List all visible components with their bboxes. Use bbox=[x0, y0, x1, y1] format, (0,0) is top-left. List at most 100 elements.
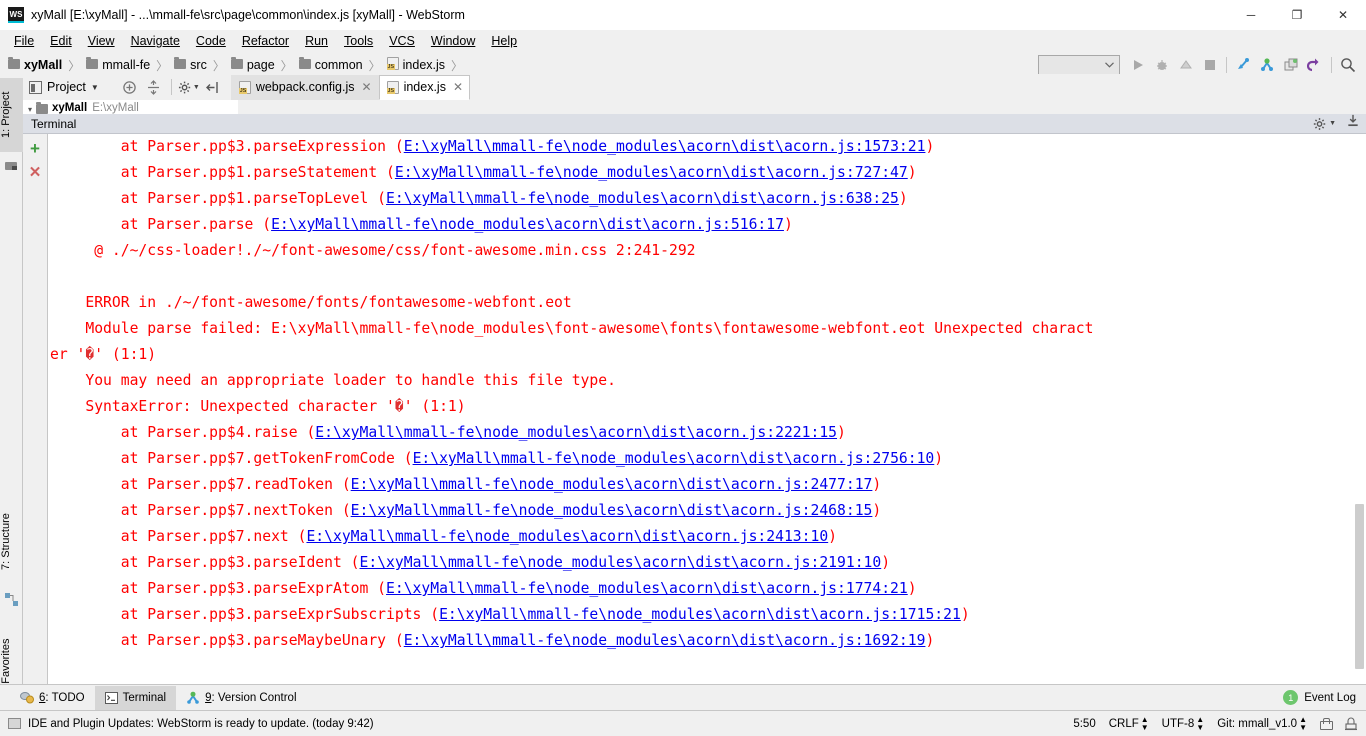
terminal-file-link[interactable]: E:\xyMall\mmall-fe\node_modules\acorn\di… bbox=[306, 528, 828, 545]
breadcrumb-item-xymall[interactable]: xyMall bbox=[8, 57, 62, 72]
expand-all-button[interactable] bbox=[143, 76, 165, 98]
minimize-button[interactable]: ─ bbox=[1228, 0, 1274, 30]
scrollbar-thumb[interactable] bbox=[1355, 504, 1364, 669]
status-message[interactable]: IDE and Plugin Updates: WebStorm is read… bbox=[28, 718, 374, 730]
breadcrumb-separator: 〉 bbox=[68, 58, 81, 73]
stop-button[interactable] bbox=[1198, 54, 1222, 76]
menu-view-label: View bbox=[87, 34, 115, 48]
bottom-tool-stripe: 6: TODO Terminal 9: Version Control 1 Ev… bbox=[0, 684, 1366, 710]
terminal-scrollbar[interactable] bbox=[1353, 134, 1366, 684]
menu-code-label: Code bbox=[195, 34, 226, 48]
run-button[interactable] bbox=[1126, 54, 1150, 76]
terminal-text: Module parse failed: E:\xyMall\mmall-fe\… bbox=[85, 320, 1094, 337]
menu-file-label: File bbox=[14, 34, 35, 48]
terminal-line: You may need an appropriate loader to ha… bbox=[50, 368, 1366, 394]
breadcrumb-separator: 〉 bbox=[368, 58, 381, 73]
terminal-text: ) bbox=[898, 190, 908, 207]
update-project-button[interactable] bbox=[1231, 54, 1255, 76]
sidebar-item-project[interactable]: 1: Project bbox=[0, 78, 23, 152]
menu-code[interactable]: Code bbox=[188, 32, 234, 50]
terminal-file-link[interactable]: E:\xyMall\mmall-fe\node_modules\acorn\di… bbox=[386, 580, 908, 597]
bottom-tab-todo[interactable]: 6: TODO bbox=[10, 686, 95, 710]
coverage-button[interactable] bbox=[1174, 54, 1198, 76]
caret-position[interactable]: 5:50 bbox=[1073, 718, 1095, 730]
event-log-button[interactable]: 1 Event Log bbox=[1283, 690, 1356, 705]
terminal-output[interactable]: at Parser.pp$3.parseExpression (E:\xyMal… bbox=[48, 134, 1366, 684]
terminal-line: at Parser.pp$3.parseMaybeUnary (E:\xyMal… bbox=[50, 628, 1366, 654]
menu-tools[interactable]: Tools bbox=[336, 32, 381, 50]
breadcrumb-label: common bbox=[314, 58, 363, 72]
revert-button[interactable] bbox=[1303, 54, 1327, 76]
menu-view[interactable]: View bbox=[80, 32, 123, 50]
terminal-file-link[interactable]: E:\xyMall\mmall-fe\node_modules\acorn\di… bbox=[386, 190, 899, 207]
menu-window[interactable]: Window bbox=[423, 32, 483, 50]
settings-button[interactable]: ▼ bbox=[1313, 117, 1336, 131]
debug-button[interactable] bbox=[1150, 54, 1174, 76]
close-icon[interactable]: ✕ bbox=[362, 80, 372, 94]
menu-tools-label: Tools bbox=[344, 34, 374, 48]
editor-tab-webpack-config[interactable]: webpack.config.js ✕ bbox=[230, 74, 379, 100]
terminal-file-link[interactable]: E:\xyMall\mmall-fe\node_modules\acorn\di… bbox=[315, 424, 837, 441]
breadcrumb-item-src[interactable]: src bbox=[174, 57, 207, 72]
encoding-selector[interactable]: UTF-8 ▲ ▼ bbox=[1162, 715, 1205, 732]
terminal-header-actions: ▼ bbox=[1313, 114, 1360, 133]
breadcrumb-label: src bbox=[190, 58, 207, 72]
hide-panel-button[interactable] bbox=[202, 76, 224, 98]
breadcrumb-item-page[interactable]: page bbox=[230, 57, 275, 72]
maximize-button[interactable]: ❐ bbox=[1274, 0, 1320, 30]
menu-help[interactable]: Help bbox=[483, 32, 525, 50]
close-icon[interactable]: ✕ bbox=[29, 165, 42, 180]
terminal-file-link[interactable]: E:\xyMall\mmall-fe\node_modules\acorn\di… bbox=[351, 476, 873, 493]
sidebar-item-structure[interactable]: 7: Structure bbox=[0, 496, 23, 588]
menu-file[interactable]: File bbox=[6, 32, 42, 50]
terminal-file-link[interactable]: E:\xyMall\mmall-fe\node_modules\acorn\di… bbox=[404, 138, 926, 155]
hide-terminal-button[interactable] bbox=[1346, 114, 1360, 133]
status-bar: IDE and Plugin Updates: WebStorm is read… bbox=[0, 710, 1366, 736]
todo-icon bbox=[20, 691, 34, 704]
bottom-tab-terminal[interactable]: Terminal bbox=[94, 685, 177, 710]
close-icon[interactable]: ✕ bbox=[453, 80, 463, 94]
terminal-file-link[interactable]: E:\xyMall\mmall-fe\node_modules\acorn\di… bbox=[404, 632, 926, 649]
menu-run[interactable]: Run bbox=[297, 32, 336, 50]
git-branch-widget[interactable]: Git: mmall_v1.0 ▲ ▼ bbox=[1217, 715, 1307, 732]
terminal-icon bbox=[104, 691, 118, 704]
breadcrumb-item-index-js[interactable]: index.js bbox=[386, 57, 445, 73]
bottom-tab-version-control[interactable]: 9: Version Control bbox=[176, 686, 306, 710]
line-separator-selector[interactable]: CRLF ▲ ▼ bbox=[1109, 715, 1149, 732]
inspector-icon[interactable] bbox=[1344, 717, 1358, 731]
lock-icon[interactable] bbox=[1320, 717, 1333, 730]
vcs-changes-button[interactable] bbox=[1279, 54, 1303, 76]
collapse-all-button[interactable] bbox=[119, 76, 141, 98]
terminal-text: er ' bbox=[50, 346, 86, 363]
breadcrumb-item-common[interactable]: common bbox=[298, 57, 363, 72]
menu-refactor[interactable]: Refactor bbox=[234, 32, 297, 50]
project-view-button[interactable]: Project ▼ bbox=[23, 75, 105, 99]
menu-vcs[interactable]: VCS bbox=[381, 32, 423, 50]
terminal-file-link[interactable]: E:\xyMall\mmall-fe\node_modules\acorn\di… bbox=[395, 164, 908, 181]
terminal-text: ) bbox=[960, 606, 970, 623]
project-tree-root[interactable]: ▾ xyMall E:\xyMall bbox=[23, 100, 238, 114]
terminal-text: ) bbox=[872, 502, 882, 519]
terminal-text: SyntaxError: Unexpected character ' bbox=[85, 398, 395, 415]
run-configuration-select[interactable] bbox=[1038, 55, 1120, 75]
plus-icon[interactable]: + bbox=[30, 140, 40, 157]
breadcrumb-item-mmall-fe[interactable]: mmall-fe bbox=[86, 57, 150, 72]
terminal-text: ) bbox=[828, 528, 838, 545]
menu-navigate[interactable]: Navigate bbox=[123, 32, 188, 50]
terminal-line: at Parser.pp$3.parseIdent (E:\xyMall\mma… bbox=[50, 550, 1366, 576]
editor-tab-index-js[interactable]: index.js ✕ bbox=[378, 74, 471, 100]
terminal-file-link[interactable]: E:\xyMall\mmall-fe\node_modules\acorn\di… bbox=[351, 502, 873, 519]
terminal-text: at Parser.pp$7.next ( bbox=[120, 528, 307, 545]
close-button[interactable]: ✕ bbox=[1320, 0, 1366, 30]
search-everywhere-button[interactable] bbox=[1336, 54, 1360, 76]
gear-icon bbox=[1313, 117, 1326, 130]
terminal-file-link[interactable]: E:\xyMall\mmall-fe\node_modules\acorn\di… bbox=[439, 606, 961, 623]
terminal-file-link[interactable]: E:\xyMall\mmall-fe\node_modules\acorn\di… bbox=[413, 450, 935, 467]
terminal-file-link[interactable]: E:\xyMall\mmall-fe\node_modules\acorn\di… bbox=[360, 554, 882, 571]
update-project-icon bbox=[1238, 58, 1249, 69]
menu-edit[interactable]: Edit bbox=[42, 32, 80, 50]
chevron-down-icon[interactable]: ▾ bbox=[28, 105, 32, 114]
terminal-file-link[interactable]: E:\xyMall\mmall-fe\node_modules\acorn\di… bbox=[271, 216, 784, 233]
vcs-commit-button[interactable] bbox=[1255, 54, 1279, 76]
settings-button[interactable]: ▼ bbox=[178, 76, 200, 98]
